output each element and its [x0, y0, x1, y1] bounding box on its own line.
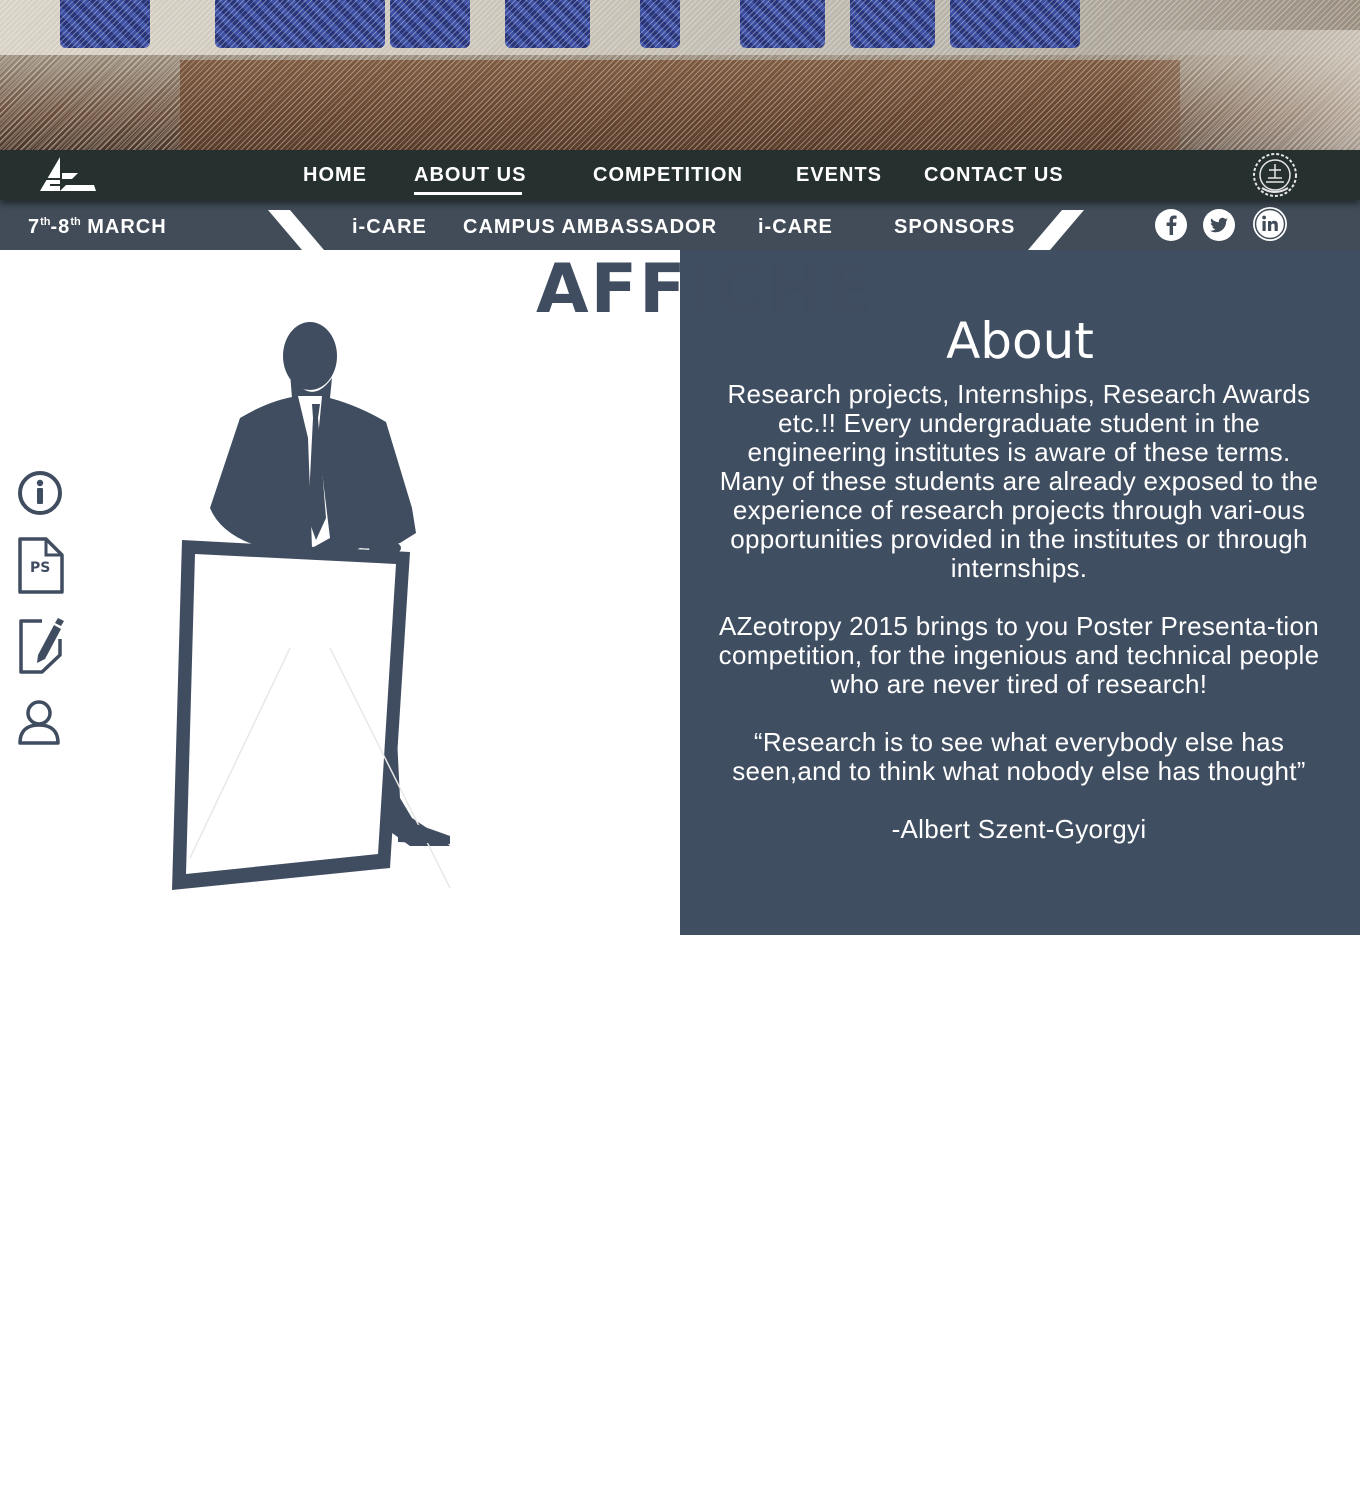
man-holding-poster-illustration	[172, 322, 451, 890]
twitter-icon[interactable]	[1202, 208, 1236, 242]
azeotropy-logo[interactable]	[38, 155, 98, 195]
institute-emblem-icon	[1253, 153, 1297, 197]
main-navbar: HOME ABOUT US COMPETITION EVENTS CONTACT…	[0, 150, 1360, 200]
nav-home[interactable]: HOME	[303, 164, 367, 187]
nav-events[interactable]: EVENTS	[796, 164, 882, 187]
about-paragraph: Research projects, Internships, Research…	[719, 379, 1319, 583]
subnav-icare-2[interactable]: i-CARE	[758, 216, 833, 239]
quote-author: -Albert Szent-Gyorgyi	[891, 814, 1147, 844]
date-day-end: -8	[50, 216, 71, 238]
event-date: 7th-8th MARCH	[28, 216, 167, 239]
linkedin-icon[interactable]	[1252, 206, 1288, 242]
hero-hatch-overlay	[0, 0, 1360, 150]
date-month: MARCH	[80, 216, 167, 238]
subnav-icare[interactable]: i-CARE	[352, 216, 427, 239]
user-icon[interactable]	[16, 698, 66, 748]
hero-banner	[0, 0, 1360, 150]
nav-contact-us[interactable]: CONTACT US	[924, 164, 1064, 187]
info-icon[interactable]	[16, 470, 66, 518]
nav-about-us[interactable]: ABOUT US	[414, 164, 526, 195]
divider-slash-right	[1028, 210, 1084, 250]
facebook-icon[interactable]	[1154, 208, 1188, 242]
ps-document-icon[interactable]: PS	[16, 536, 66, 596]
secondary-navbar: 7th-8th MARCH i-CARE CAMPUS AMBASSADOR i…	[0, 200, 1360, 250]
about-panel: About Research projects, Internships, Re…	[680, 250, 1360, 935]
date-suffix: th	[40, 216, 51, 228]
date-suffix: th	[70, 216, 81, 228]
subnav-sponsors[interactable]: SPONSORS	[894, 216, 1015, 239]
about-paragraph: AZeotropy 2015 brings to you Poster Pres…	[718, 611, 1320, 699]
nav-competition[interactable]: COMPETITION	[593, 164, 743, 187]
quote-text: “Research is to see what everybody else …	[732, 727, 1306, 786]
edit-document-icon[interactable]	[16, 615, 66, 677]
subnav-campus-ambassador[interactable]: CAMPUS AMBASSADOR	[463, 216, 717, 239]
divider-slash-left	[268, 210, 324, 250]
date-day-start: 7	[28, 216, 41, 238]
ps-label: PS	[30, 560, 50, 576]
page-title: AFFICHE	[536, 250, 875, 329]
